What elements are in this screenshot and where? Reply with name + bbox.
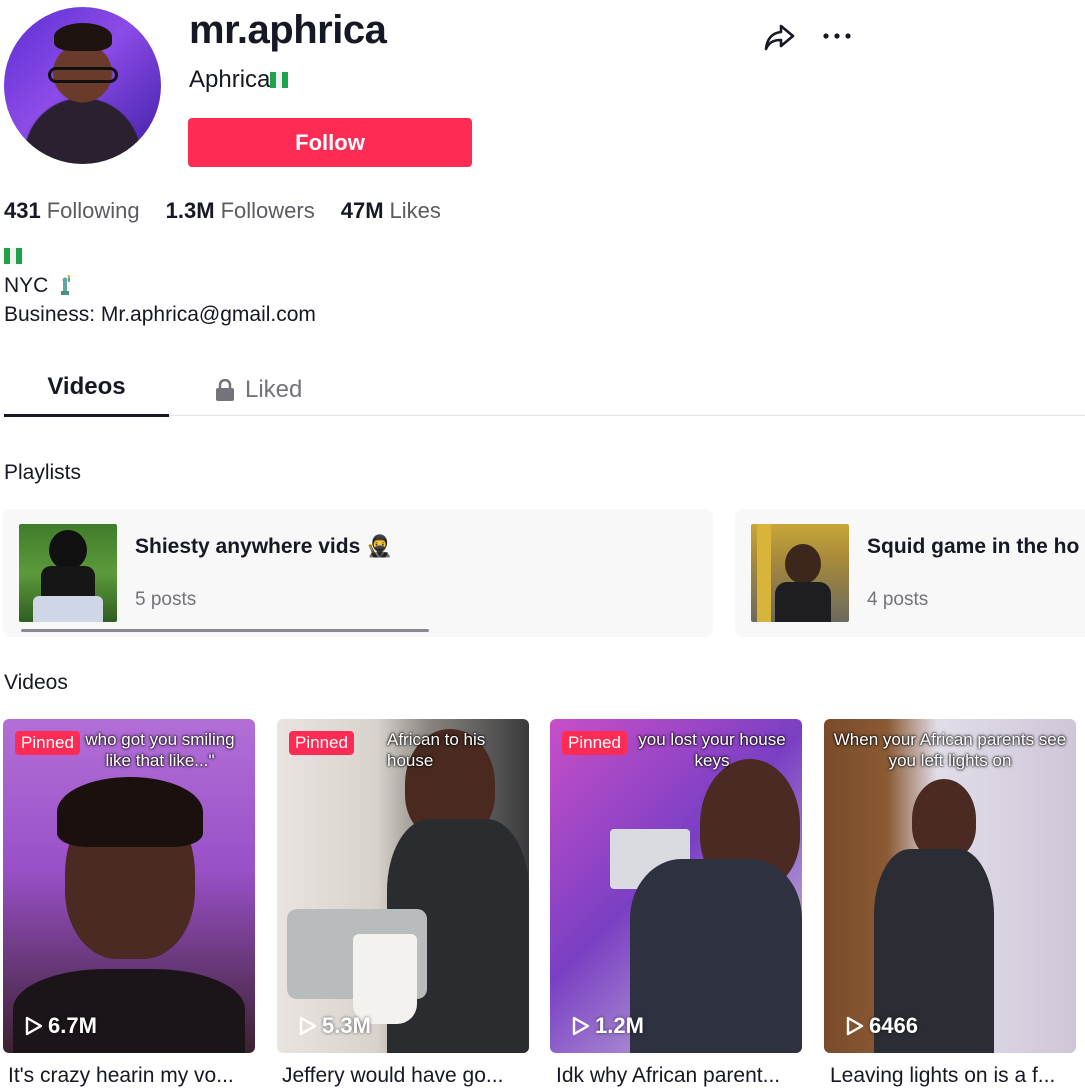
playlist-card[interactable]: Shiesty anywhere vids 🥷 5 posts bbox=[3, 509, 713, 637]
profile-stats: 431 Following 1.3M Followers 47M Likes bbox=[4, 198, 441, 224]
playlist-post-count: 5 posts bbox=[135, 589, 197, 610]
video-card[interactable]: When your African parents see you left l… bbox=[824, 719, 1076, 1053]
view-count-text: 6466 bbox=[869, 1013, 918, 1038]
play-icon bbox=[25, 1016, 43, 1036]
view-count: 5.3M bbox=[299, 1013, 371, 1039]
playlist-scrollbar[interactable] bbox=[21, 629, 429, 632]
bio-location: NYC bbox=[4, 274, 72, 298]
stat-value: 1.3M bbox=[165, 198, 215, 223]
tab-liked[interactable]: Liked bbox=[203, 364, 323, 416]
profile-avatar bbox=[4, 7, 161, 164]
stat-value: 47M bbox=[340, 198, 384, 223]
active-tab-indicator bbox=[4, 414, 169, 417]
nickname-text: Aphrica bbox=[189, 66, 271, 93]
tab-liked-label: Liked bbox=[245, 376, 303, 403]
video-caption[interactable]: Jeffery would have go... bbox=[282, 1064, 534, 1088]
tab-videos[interactable]: Videos bbox=[4, 364, 169, 416]
video-overlay-text: African to his house bbox=[387, 730, 486, 770]
playlist-card[interactable]: Squid game in the ho 4 posts bbox=[735, 509, 1085, 637]
statue-of-liberty-icon bbox=[61, 275, 71, 295]
pinned-badge: Pinned bbox=[289, 731, 354, 755]
playlist-thumbnail bbox=[751, 524, 849, 622]
pinned-badge: Pinned bbox=[15, 731, 80, 755]
stat-label: Following bbox=[46, 198, 140, 223]
view-count-text: 1.2M bbox=[595, 1013, 644, 1038]
play-icon bbox=[846, 1016, 864, 1036]
video-caption[interactable]: Leaving lights on is a f... bbox=[830, 1064, 1082, 1088]
bio-location-text: NYC bbox=[4, 274, 49, 297]
video-caption[interactable]: It's crazy hearin my vo... bbox=[8, 1064, 260, 1088]
play-icon bbox=[572, 1016, 590, 1036]
pinned-badge: Pinned bbox=[562, 731, 627, 755]
playlist-name: Shiesty anywhere vids 🥷 bbox=[135, 535, 393, 558]
video-caption[interactable]: Idk why African parent... bbox=[556, 1064, 808, 1088]
video-overlay-text: When your African parents see you left l… bbox=[833, 730, 1067, 770]
stat-label: Likes bbox=[389, 198, 441, 223]
stat-value: 431 bbox=[4, 198, 41, 223]
nigeria-flag-icon bbox=[4, 248, 22, 269]
more-options-icon[interactable] bbox=[820, 20, 854, 54]
view-count: 1.2M bbox=[572, 1013, 644, 1039]
stat-likes: 47M Likes bbox=[341, 198, 441, 224]
stat-followers[interactable]: 1.3M Followers bbox=[166, 198, 315, 224]
lock-icon bbox=[216, 379, 234, 401]
playlist-thumbnail bbox=[19, 524, 117, 622]
stat-following[interactable]: 431 Following bbox=[4, 198, 140, 224]
view-count: 6466 bbox=[846, 1013, 918, 1039]
view-count-text: 5.3M bbox=[322, 1013, 371, 1038]
videos-heading: Videos bbox=[4, 671, 68, 694]
video-card[interactable]: African to his house Pinned 5.3M bbox=[277, 719, 529, 1053]
follow-button[interactable]: Follow bbox=[188, 118, 472, 167]
playlist-post-count: 4 posts bbox=[867, 589, 929, 610]
video-card[interactable]: you lost your house keys Pinned 1.2M bbox=[550, 719, 802, 1053]
playlist-name: Squid game in the ho bbox=[867, 535, 1080, 558]
profile-username: mr.aphrica bbox=[189, 8, 387, 52]
video-card[interactable]: who got you smiling like that like..." P… bbox=[3, 719, 255, 1053]
playlists-heading: Playlists bbox=[4, 461, 82, 484]
play-icon bbox=[299, 1016, 317, 1036]
view-count: 6.7M bbox=[25, 1013, 97, 1039]
stat-label: Followers bbox=[220, 198, 315, 223]
share-icon[interactable] bbox=[762, 20, 796, 54]
nigeria-flag-icon bbox=[270, 67, 289, 95]
view-count-text: 6.7M bbox=[48, 1013, 97, 1038]
bio-business: Business: Mr.aphrica@gmail.com bbox=[4, 303, 316, 326]
profile-nickname: Aphrica bbox=[189, 66, 289, 95]
